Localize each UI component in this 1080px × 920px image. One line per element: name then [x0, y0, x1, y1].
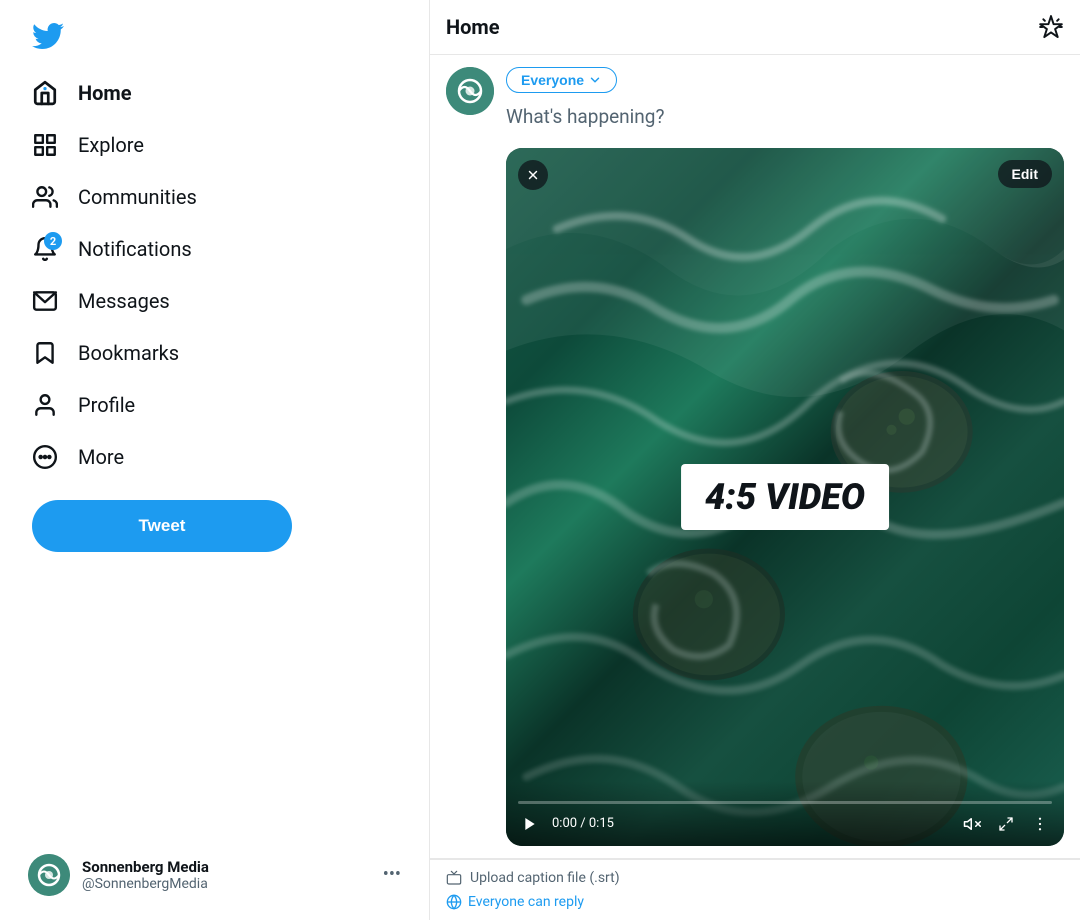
- sidebar: Home Explore Communities: [0, 0, 430, 920]
- twitter-logo[interactable]: [16, 8, 413, 64]
- profile-icon: [32, 392, 58, 418]
- sidebar-item-profile[interactable]: Profile: [16, 380, 413, 430]
- video-preview: Edit 4:5 VIDEO: [506, 148, 1064, 846]
- home-icon: [32, 80, 58, 106]
- explore-icon: [32, 132, 58, 158]
- sidebar-user-more-dots[interactable]: •••: [383, 864, 401, 885]
- video-left-controls: 0:00 / 0:15: [518, 812, 614, 836]
- caption-icon: [446, 870, 462, 886]
- video-play-button[interactable]: [518, 812, 542, 836]
- caption-upload-label: Upload caption file (.srt): [470, 870, 620, 886]
- caption-upload[interactable]: Upload caption file (.srt): [446, 870, 1064, 886]
- sidebar-item-home-label: Home: [78, 81, 132, 105]
- everyone-reply-label: Everyone can reply: [468, 894, 584, 910]
- video-mute-button[interactable]: [960, 812, 984, 836]
- compose-top: Everyone What's happening?: [446, 67, 1064, 846]
- video-time: 0:00 / 0:15: [552, 816, 614, 831]
- video-right-controls: [960, 812, 1052, 836]
- more-icon: [32, 444, 58, 470]
- compose-right: Everyone What's happening?: [506, 67, 1064, 846]
- notifications-icon: 2: [32, 236, 58, 262]
- compose-placeholder[interactable]: What's happening?: [506, 101, 1064, 136]
- sidebar-item-communities[interactable]: Communities: [16, 172, 413, 222]
- sidebar-item-explore-label: Explore: [78, 133, 144, 157]
- sidebar-item-explore[interactable]: Explore: [16, 120, 413, 170]
- everyone-button[interactable]: Everyone: [506, 67, 617, 93]
- video-more-button[interactable]: [1028, 812, 1052, 836]
- sidebar-user-name: Sonnenberg Media: [82, 858, 209, 876]
- globe-icon: [446, 894, 462, 910]
- communities-icon: [32, 184, 58, 210]
- everyone-btn-label: Everyone: [521, 72, 584, 88]
- sidebar-item-more-label: More: [78, 445, 124, 469]
- main-header: Home: [430, 0, 1080, 55]
- sidebar-avatar: [28, 854, 70, 896]
- video-edit-button[interactable]: Edit: [998, 160, 1052, 188]
- video-label-overlay: 4:5 VIDEO: [681, 464, 889, 530]
- everyone-reply[interactable]: Everyone can reply: [446, 894, 1064, 910]
- compose-avatar: [446, 67, 494, 115]
- sidebar-item-home[interactable]: Home: [16, 68, 413, 118]
- messages-icon: [32, 288, 58, 314]
- sidebar-user-info: Sonnenberg Media @SonnenbergMedia: [82, 858, 209, 892]
- video-fullscreen-button[interactable]: [994, 812, 1018, 836]
- compose-footer: Upload caption file (.srt) Everyone can …: [430, 859, 1080, 920]
- sidebar-item-bookmarks-label: Bookmarks: [78, 341, 179, 365]
- video-progress-bar[interactable]: [518, 801, 1052, 804]
- compose-area: Everyone What's happening?: [430, 55, 1080, 859]
- video-close-button[interactable]: [518, 160, 548, 190]
- sidebar-item-messages-label: Messages: [78, 289, 170, 313]
- sidebar-item-notifications-label: Notifications: [78, 237, 192, 261]
- video-controls-row: 0:00 / 0:15: [518, 812, 1052, 836]
- tweet-button[interactable]: Tweet: [32, 500, 292, 552]
- sidebar-item-more[interactable]: More: [16, 432, 413, 482]
- sidebar-item-profile-label: Profile: [78, 393, 135, 417]
- video-label-text: 4:5 VIDEO: [705, 476, 865, 518]
- sidebar-user-handle: @SonnenbergMedia: [82, 876, 209, 892]
- video-controls: 0:00 / 0:15: [506, 781, 1064, 846]
- sidebar-item-notifications[interactable]: 2 Notifications: [16, 224, 413, 274]
- bookmarks-icon: [32, 340, 58, 366]
- notification-badge: 2: [44, 232, 62, 250]
- sidebar-item-communities-label: Communities: [78, 185, 197, 209]
- sidebar-user-area[interactable]: Sonnenberg Media @SonnenbergMedia •••: [16, 846, 413, 904]
- sidebar-item-bookmarks[interactable]: Bookmarks: [16, 328, 413, 378]
- page-title: Home: [446, 15, 500, 39]
- sidebar-user: Sonnenberg Media @SonnenbergMedia: [28, 854, 209, 896]
- main-content: Home Eve: [430, 0, 1080, 920]
- sidebar-item-messages[interactable]: Messages: [16, 276, 413, 326]
- sparkle-button[interactable]: [1038, 14, 1064, 40]
